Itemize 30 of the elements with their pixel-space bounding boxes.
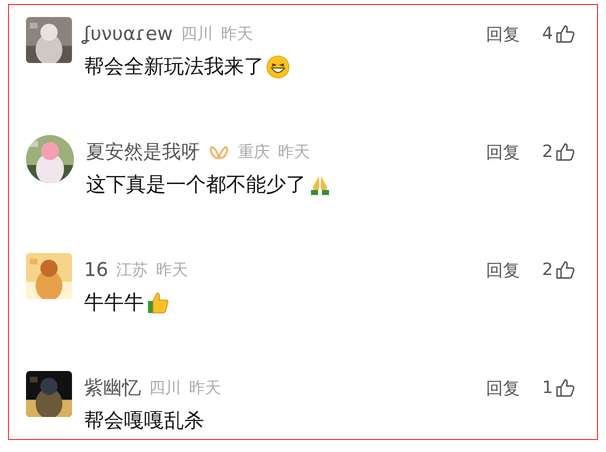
comment-text: 牛牛牛 — [84, 289, 144, 316]
like-count: 2 — [542, 260, 553, 280]
thumbs-up-icon — [146, 290, 170, 314]
like-count: 1 — [542, 378, 553, 398]
like-count: 4 — [542, 24, 553, 44]
location-label: 四川 — [149, 378, 181, 398]
time-label: 昨天 — [189, 378, 221, 398]
location-label: 四川 — [180, 24, 213, 44]
reply-link[interactable]: 回复 — [486, 140, 520, 164]
reply-link[interactable]: 回复 — [486, 376, 520, 400]
time-label: 昨天 — [278, 142, 310, 162]
comment-text: 帮会全新玩法我来了 — [84, 53, 264, 80]
thumbs-up-icon[interactable] — [555, 260, 575, 280]
comment-text: 帮会嘎嘎乱杀 — [84, 407, 204, 434]
thumbs-up-icon[interactable] — [555, 24, 575, 44]
username[interactable]: 夏安然是我呀 — [86, 139, 200, 165]
thumbs-up-icon[interactable] — [555, 142, 575, 162]
reply-link[interactable]: 回复 — [486, 258, 520, 282]
location-label: 重庆 — [238, 142, 270, 162]
username[interactable]: 16 — [84, 259, 108, 281]
time-label: 昨天 — [220, 24, 253, 44]
username[interactable]: ʆυνυαɾew — [84, 23, 173, 45]
time-label: 昨天 — [156, 260, 188, 280]
reply-link[interactable]: 回复 — [486, 22, 520, 46]
comment-text: 这下真是一个都不能少了 — [86, 171, 306, 198]
username[interactable]: 紫幽忆 — [84, 375, 141, 401]
grinning-face-icon — [266, 54, 290, 78]
like-count: 2 — [542, 142, 553, 162]
location-label: 江苏 — [116, 260, 148, 280]
thumbs-up-icon[interactable] — [555, 378, 575, 398]
